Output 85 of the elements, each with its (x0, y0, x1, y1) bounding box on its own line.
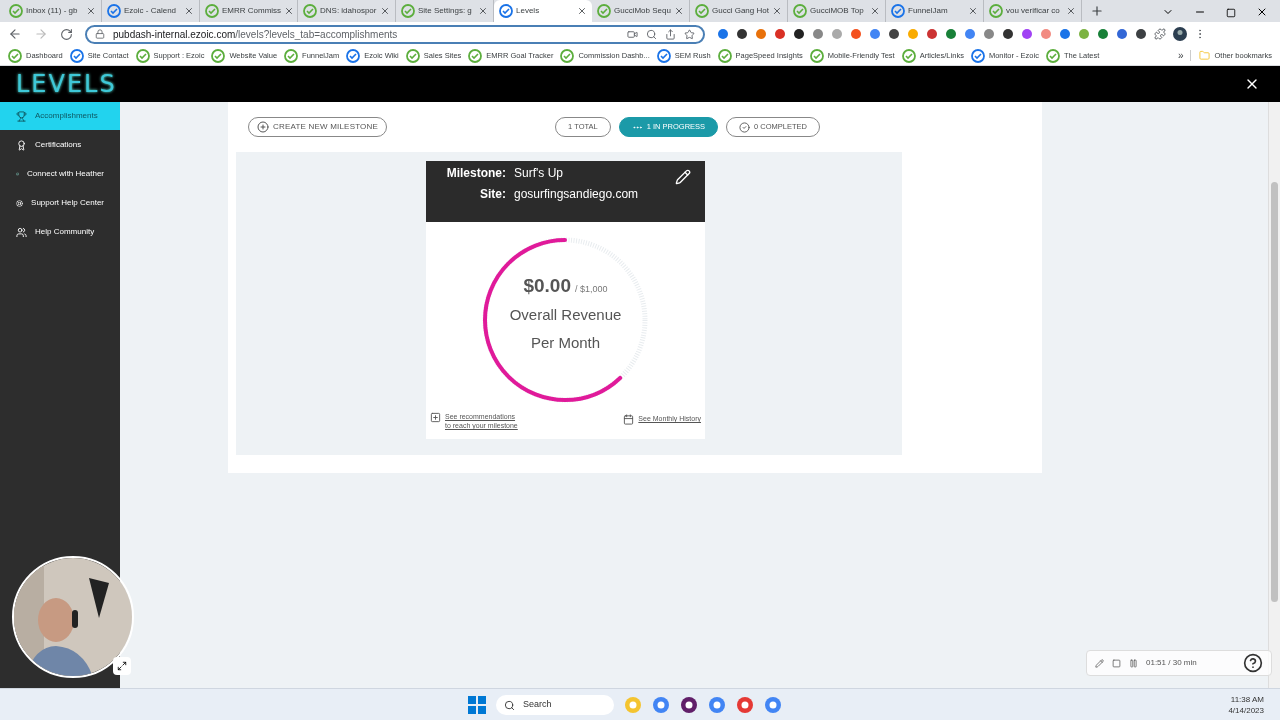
extension-icon[interactable] (1135, 28, 1147, 40)
site-icon (284, 48, 299, 63)
field-label: Site: (479, 186, 506, 203)
new-tab-icon[interactable] (1090, 4, 1104, 18)
folder-icon (1199, 50, 1211, 61)
menu-item-icon (16, 197, 24, 209)
url-text: pubdash-internal.ezoic.com/levels?levels_tab=accomplishments (113, 27, 399, 42)
extension-icon[interactable] (1002, 28, 1014, 40)
extension-icon[interactable] (888, 28, 900, 40)
extension-icon[interactable] (793, 28, 805, 40)
site-icon (560, 48, 575, 63)
extension-icon[interactable] (736, 28, 748, 40)
site-icon (656, 48, 671, 63)
site-icon (901, 48, 916, 63)
help-icon[interactable] (1243, 653, 1263, 673)
recording-time: 01:51 / 30 min (1146, 657, 1197, 669)
plus-icon (257, 121, 269, 133)
milestone-name: Surf's Up (514, 165, 563, 182)
site-icon (303, 4, 317, 18)
site-icon (405, 48, 420, 63)
site-icon (717, 48, 732, 63)
revenue-amount: $0.00 (523, 273, 571, 298)
profile-avatar[interactable] (1173, 27, 1187, 41)
back-icon[interactable] (8, 27, 22, 41)
menu-item-icon (16, 139, 27, 151)
calendar-icon (623, 414, 635, 425)
close-icon[interactable] (1256, 6, 1268, 18)
more-bookmarks[interactable]: » (1177, 48, 1184, 63)
sidebar-item[interactable]: Accomplishments (0, 102, 120, 130)
menu-item-icon (16, 110, 27, 122)
reload-icon[interactable] (60, 27, 73, 41)
share-icon[interactable] (665, 28, 676, 40)
site-icon (499, 4, 513, 18)
sidebar-item[interactable]: Connect with Heather (0, 160, 120, 188)
site-icon (401, 4, 415, 18)
menu-item-icon (16, 226, 27, 238)
close-icon[interactable] (577, 6, 587, 16)
field-label: Milestone: (445, 165, 506, 182)
site-icon (9, 4, 23, 18)
expand-icon (117, 661, 127, 671)
site-icon (1045, 48, 1060, 63)
address-field[interactable]: pubdash-internal.ezoic.com/levels?levels_tab=accomplishments (85, 24, 705, 44)
site-icon (970, 48, 985, 63)
site-icon (793, 4, 807, 18)
search-icon[interactable] (646, 28, 657, 40)
site-icon (989, 4, 1003, 18)
site-icon (597, 4, 611, 18)
caption: Per Month (530, 332, 601, 353)
clock-date: 4/14/2023 (1228, 704, 1264, 716)
site-icon (468, 48, 483, 63)
site-icon (809, 48, 824, 63)
edit-icon[interactable] (675, 169, 691, 185)
lock-icon (95, 29, 105, 39)
sidebar-item[interactable]: Help Community (0, 218, 120, 246)
search-icon (504, 699, 515, 711)
app-icon[interactable] (680, 696, 698, 714)
site-icon (8, 48, 22, 63)
restore-icon[interactable] (1226, 8, 1236, 18)
pause-icon[interactable] (1129, 658, 1138, 668)
site-icon (69, 48, 84, 63)
site-icon (695, 4, 709, 18)
revenue-goal: / $1,000 (575, 282, 608, 296)
site-icon (346, 48, 361, 63)
app-logo: LEVELS (16, 69, 117, 100)
search-field[interactable]: Search (496, 695, 614, 715)
clock-time: 11:38 AM (1230, 693, 1264, 705)
expand-button[interactable] (113, 657, 131, 675)
star-icon[interactable] (684, 28, 695, 40)
windows-icon[interactable] (468, 696, 486, 714)
site-icon (891, 4, 905, 18)
browser-tab[interactable]: Levels (494, 0, 592, 22)
extensions-icon[interactable] (1154, 28, 1166, 40)
site-icon (205, 4, 219, 18)
camera-icon[interactable] (627, 28, 638, 40)
sidebar-item[interactable]: Certifications (0, 131, 120, 159)
square-icon[interactable] (1112, 658, 1121, 668)
scrollbar-thumb[interactable] (1271, 182, 1278, 602)
site-icon (107, 4, 121, 18)
check-icon (739, 121, 751, 133)
site-icon (135, 48, 150, 63)
site-icon (211, 48, 226, 63)
site-name: gosurfingsandiego.com (514, 186, 639, 203)
sidebar-item[interactable]: Support Help Center (0, 189, 120, 217)
plus-icon (430, 412, 441, 423)
caption: Overall Revenue (509, 305, 622, 326)
